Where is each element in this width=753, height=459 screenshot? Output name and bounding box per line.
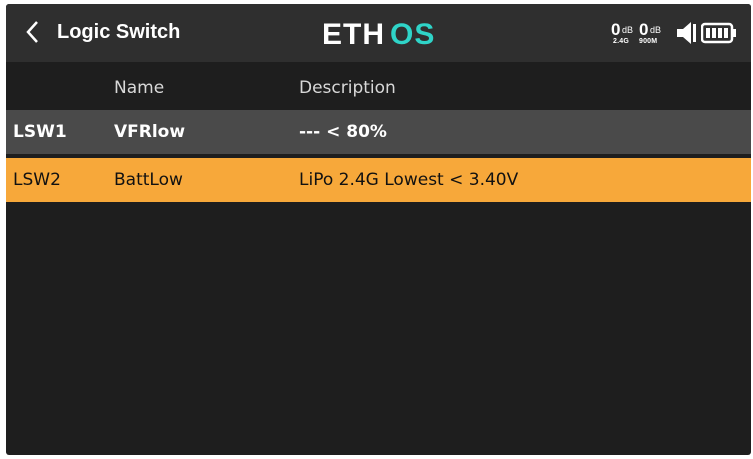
row-id: LSW1 [13, 122, 67, 142]
svg-text:OS: OS [390, 18, 435, 50]
chevron-left-icon[interactable] [22, 17, 44, 47]
table-header: Name Description [6, 70, 751, 110]
svg-text:ETH: ETH [322, 18, 385, 50]
row-description: LiPo 2.4G Lowest < 3.40V [299, 170, 519, 190]
signal-value-1: 0 [611, 20, 621, 39]
signal-unit-1: dB [622, 25, 634, 35]
table-row-selected[interactable]: LSW2 BattLow LiPo 2.4G Lowest < 3.40V [6, 158, 751, 202]
column-header-description: Description [299, 78, 396, 98]
signal-unit-2: dB [650, 25, 662, 35]
table-row[interactable]: LSW1 VFRlow --- < 80% [6, 110, 751, 154]
row-name: VFRlow [114, 122, 186, 142]
battery-icon [700, 22, 737, 44]
signal-band-1: 2.4G [613, 38, 629, 45]
screen: Logic Switch ETH OS 0 dB 2.4G 0 dB 900M [6, 4, 751, 455]
signal-readout-2: 0 dB 900M [639, 20, 671, 46]
row-description: --- < 80% [299, 122, 387, 142]
signal-value-2: 0 [639, 20, 649, 39]
top-bar: Logic Switch ETH OS 0 dB 2.4G 0 dB 900M [6, 4, 751, 62]
column-header-name: Name [114, 78, 165, 98]
page-title: Logic Switch [57, 21, 181, 43]
row-name: BattLow [114, 170, 183, 190]
signal-band-2: 900M [639, 38, 658, 45]
ethos-logo: ETH OS [322, 16, 444, 51]
status-area: 0 dB 2.4G 0 dB 900M [611, 18, 739, 48]
row-id: LSW2 [13, 170, 61, 190]
speaker-icon[interactable] [675, 20, 697, 46]
signal-readout-1: 0 dB 2.4G [611, 20, 641, 46]
